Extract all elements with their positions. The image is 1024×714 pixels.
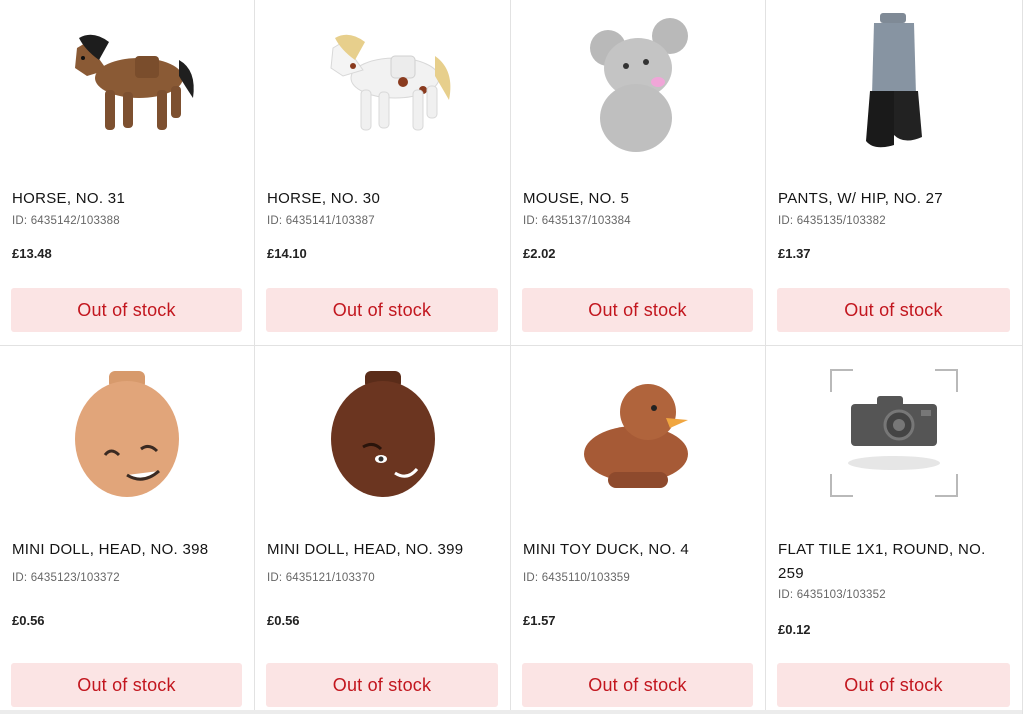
product-card[interactable]: HORSE, NO. 30 ID: 6435141/103387 £14.10 … [255, 0, 511, 346]
product-card[interactable]: MINI DOLL, HEAD, NO. 398 ID: 6435123/103… [0, 346, 255, 714]
brown-horse-icon [75, 34, 194, 130]
product-name[interactable]: MOUSE, NO. 5 [523, 187, 753, 211]
product-card[interactable]: MOUSE, NO. 5 ID: 6435137/103384 £2.02 Ou… [511, 0, 766, 346]
product-image[interactable] [0, 348, 254, 518]
product-image[interactable] [255, 0, 510, 170]
product-price: £13.48 [12, 246, 52, 261]
product-id: ID: 6435142/103388 [12, 215, 120, 227]
product-price: £14.10 [267, 246, 307, 261]
bottom-scroll-edge [0, 710, 1022, 714]
product-id: ID: 6435123/103372 [12, 572, 120, 584]
product-price: £0.56 [12, 613, 45, 628]
product-price: £1.37 [778, 246, 811, 261]
out-of-stock-button[interactable]: Out of stock [11, 663, 242, 707]
product-id: ID: 6435141/103387 [267, 215, 375, 227]
out-of-stock-button[interactable]: Out of stock [777, 663, 1010, 707]
out-of-stock-button[interactable]: Out of stock [266, 663, 498, 707]
grey-mouse-icon [590, 18, 688, 152]
product-card[interactable]: PANTS, W/ HIP, NO. 27 ID: 6435135/103382… [766, 0, 1022, 346]
out-of-stock-button[interactable]: Out of stock [11, 288, 242, 332]
product-card[interactable]: MINI DOLL, HEAD, NO. 399 ID: 6435121/103… [255, 346, 511, 714]
product-image[interactable] [766, 348, 1022, 518]
out-of-stock-button[interactable]: Out of stock [777, 288, 1010, 332]
product-id: ID: 6435137/103384 [523, 215, 631, 227]
out-of-stock-button[interactable]: Out of stock [522, 288, 753, 332]
out-of-stock-button[interactable]: Out of stock [522, 663, 753, 707]
product-price: £1.57 [523, 613, 556, 628]
product-name[interactable]: MINI DOLL, HEAD, NO. 399 [267, 538, 498, 562]
product-image[interactable] [511, 0, 765, 170]
white-horse-icon [329, 34, 450, 131]
product-image[interactable] [766, 0, 1022, 170]
toy-duck-icon [584, 384, 688, 488]
out-of-stock-button[interactable]: Out of stock [266, 288, 498, 332]
product-name[interactable]: HORSE, NO. 30 [267, 187, 498, 211]
product-id: ID: 6435121/103370 [267, 572, 375, 584]
product-image[interactable] [511, 348, 765, 518]
product-image[interactable] [255, 348, 510, 518]
product-name[interactable]: MINI TOY DUCK, NO. 4 [523, 538, 753, 562]
product-id: ID: 6435103/103352 [778, 589, 886, 601]
product-price: £0.12 [778, 622, 811, 637]
pants-boots-icon [866, 13, 922, 148]
product-image[interactable] [0, 0, 254, 170]
product-card[interactable]: HORSE, NO. 31 ID: 6435142/103388 £13.48 … [0, 0, 255, 346]
product-name[interactable]: PANTS, W/ HIP, NO. 27 [778, 187, 1010, 211]
product-price: £0.56 [267, 613, 300, 628]
product-name[interactable]: MINI DOLL, HEAD, NO. 398 [12, 538, 242, 562]
product-card[interactable]: FLAT TILE 1X1, ROUND, NO. 259 ID: 643510… [766, 346, 1022, 714]
product-id: ID: 6435135/103382 [778, 215, 886, 227]
product-name[interactable]: HORSE, NO. 31 [12, 187, 242, 211]
product-card[interactable]: MINI TOY DUCK, NO. 4 ID: 6435110/103359 … [511, 346, 766, 714]
product-price: £2.02 [523, 246, 556, 261]
doll-head-light-icon [75, 371, 179, 497]
product-grid: HORSE, NO. 31 ID: 6435142/103388 £13.48 … [0, 0, 1023, 714]
camera-placeholder-icon [830, 369, 958, 497]
product-id: ID: 6435110/103359 [523, 572, 630, 584]
doll-head-dark-icon [330, 371, 435, 497]
product-name[interactable]: FLAT TILE 1X1, ROUND, NO. 259 [778, 538, 1010, 586]
